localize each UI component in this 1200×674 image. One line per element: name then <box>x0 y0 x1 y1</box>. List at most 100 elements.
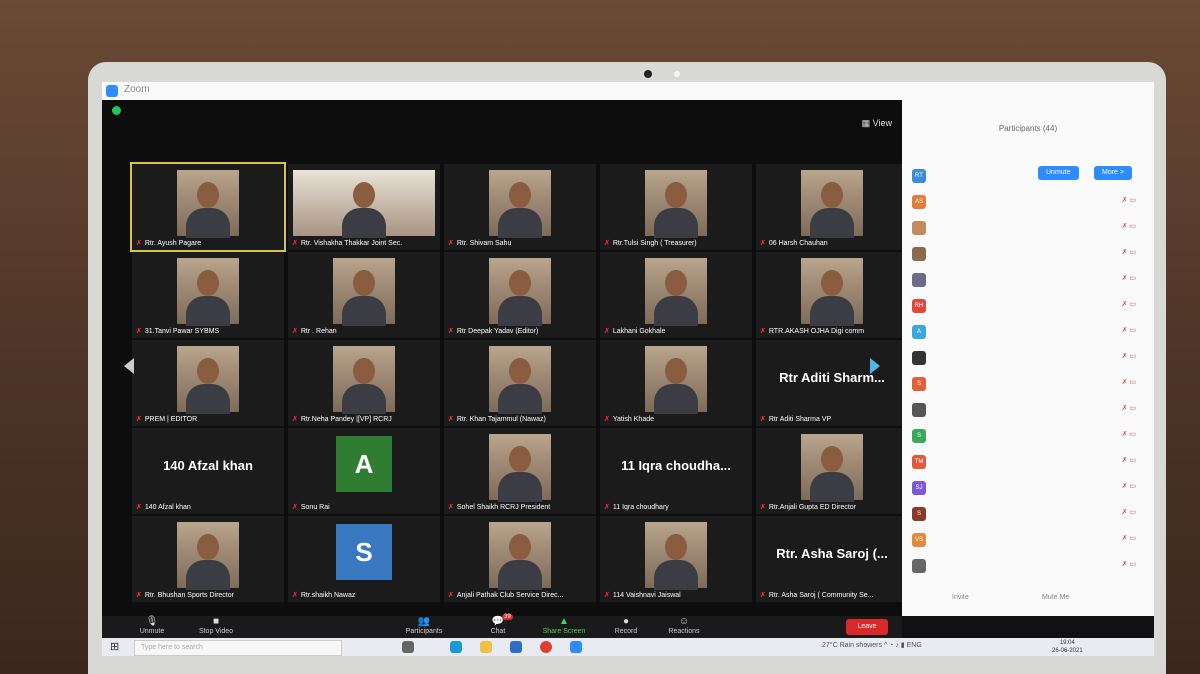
participant-tile[interactable]: 140 Afzal khan ✗ 140 Afzal khan <box>132 428 284 514</box>
person-body <box>498 208 542 238</box>
participant-row[interactable]: ✗ ▭ <box>912 556 1144 576</box>
participant-row[interactable]: SJ ✗ ▭ <box>912 478 1144 498</box>
person-head <box>509 446 531 472</box>
participant-tile[interactable]: S ✗ Rtr.shaikh Nawaz <box>288 516 440 602</box>
participant-row[interactable]: ✗ ▭ <box>912 244 1144 264</box>
view-button[interactable]: ▦ View <box>862 118 892 129</box>
record-icon: ● <box>622 616 630 627</box>
participant-row-avatar: RH <box>912 299 926 313</box>
participant-tile[interactable]: 11 Iqra choudha... ✗ 11 Iqra choudhary <box>600 428 752 514</box>
participant-row[interactable]: ✗ ▭ <box>912 270 1144 290</box>
person-head <box>509 270 531 296</box>
participant-video <box>177 170 239 238</box>
person-body <box>186 384 230 414</box>
participant-row[interactable]: S ✗ ▭ <box>912 374 1144 394</box>
mail-icon[interactable] <box>510 641 522 653</box>
prev-page-arrow-icon[interactable] <box>124 358 134 374</box>
unmute-participant-button[interactable]: Unmute <box>1038 166 1079 180</box>
clock[interactable]: 19:04 26-06-2021 <box>1052 639 1083 655</box>
participant-row[interactable]: ✗ ▭ <box>912 400 1144 420</box>
participant-row[interactable]: RH ✗ ▭ <box>912 296 1144 316</box>
chat-button[interactable]: 💬 39 Chat <box>468 614 528 635</box>
participant-tile[interactable]: Rtr Aditi Sharm... ✗ Rtr Aditi Sharma VP <box>756 340 908 426</box>
participant-tile[interactable]: ✗ Rtr.Neha Pandey |[VP] RCRJ <box>288 340 440 426</box>
participant-row[interactable]: VS ✗ ▭ <box>912 530 1144 550</box>
person-body <box>186 296 230 326</box>
participant-tile[interactable]: Rtr. Asha Saroj (... ✗ Rtr. Asha Saroj ( C… <box>756 516 908 602</box>
edge-icon[interactable] <box>450 641 462 653</box>
participant-tile[interactable]: ✗ 31.Tanvi Pawar SYBMS <box>132 252 284 338</box>
participant-row-avatar <box>912 273 926 287</box>
windows-start-icon[interactable]: ⊞ <box>110 641 122 653</box>
participant-tile[interactable]: ✗ Rtr . Rehan <box>288 252 440 338</box>
person-body <box>654 560 698 590</box>
participant-row-avatar: RT <box>912 169 926 183</box>
task-view-icon[interactable] <box>402 641 414 653</box>
invite-button[interactable]: Invite <box>952 594 969 601</box>
participant-avatar: S <box>336 524 392 580</box>
participant-tile[interactable]: ✗ 06 Harsh Chauhan <box>756 164 908 250</box>
more-options-button[interactable]: More > <box>1094 166 1132 180</box>
participant-name-label: ✗ Rtr.Tulsi Singh ( Treasurer) <box>604 240 697 247</box>
participant-row[interactable]: A ✗ ▭ <box>912 322 1144 342</box>
system-tray[interactable]: 27°C Rain showers ^ ◔ ♪ ▮ ENG <box>822 641 922 649</box>
stop-video-button[interactable]: ■ Stop Video <box>186 616 246 636</box>
windows-taskbar: ⊞ Type here to search 27°C Rain showers … <box>102 638 1154 656</box>
meeting-area: ▦ View ✗ Rtr. Ayush Pagare ✗ Rtr. Vishakha … <box>102 100 908 616</box>
participant-tile[interactable]: ✗ Rtr Deepak Yadav (Editor) <box>444 252 596 338</box>
person-body <box>186 208 230 238</box>
screen: Zoom ▦ View ✗ Rtr. Ayush Pagare ✗ Rtr. Vish… <box>102 82 1154 656</box>
person-body <box>810 208 854 238</box>
mute-me-button[interactable]: Mute Me <box>1042 594 1069 601</box>
participant-tile[interactable]: ✗ Sohel Shaikh RCRJ President <box>444 428 596 514</box>
participant-tile[interactable]: ✗ Anjali Pathak Club Service Direc... <box>444 516 596 602</box>
participant-name-label: ✗ Rtr. Asha Saroj ( Community Se... <box>760 592 874 599</box>
participant-row[interactable]: S ✗ ▭ <box>912 426 1144 446</box>
person-head <box>821 446 843 472</box>
person-head <box>197 270 219 296</box>
muted-status-icon: ✗ ▭ <box>1121 223 1136 230</box>
participant-name-label: ✗ Anjali Pathak Club Service Direc... <box>448 592 564 599</box>
participant-tile[interactable]: ✗ RTR.AKASH OJHA Digi comm <box>756 252 908 338</box>
muted-status-icon: ✗ ▭ <box>1121 483 1136 490</box>
participant-name-label: ✗ 114 Vaishnavi Jaiswal <box>604 592 681 599</box>
participants-button[interactable]: 👥 Participants <box>394 616 454 636</box>
taskbar-search-input[interactable]: Type here to search <box>134 640 342 656</box>
muted-microphone-icon: ✗ <box>448 416 454 423</box>
participant-tile[interactable]: ✗ Rtr. Bhushan Sports Director <box>132 516 284 602</box>
participant-tile[interactable]: A ✗ Sonu Rai <box>288 428 440 514</box>
laptop-bezel: Zoom ▦ View ✗ Rtr. Ayush Pagare ✗ Rtr. Vish… <box>88 62 1166 674</box>
participant-tile[interactable]: ✗ Rtr. Ayush Pagare <box>130 162 286 252</box>
participant-tile[interactable]: ✗ Rtr.Tulsi Singh ( Treasurer) <box>600 164 752 250</box>
zoom-taskbar-icon[interactable] <box>570 641 582 653</box>
muted-status-icon: ✗ ▭ <box>1121 379 1136 386</box>
muted-microphone-icon: ✗ <box>136 504 142 511</box>
participant-row-avatar: SJ <box>912 481 926 495</box>
file-explorer-icon[interactable] <box>480 641 492 653</box>
record-button[interactable]: ● Record <box>596 616 656 636</box>
participant-row[interactable]: S ✗ ▭ <box>912 504 1144 524</box>
person-head <box>821 182 843 208</box>
participant-row[interactable]: AS ✗ ▭ <box>912 192 1144 212</box>
participant-tile[interactable]: ✗ PREM | EDITOR <box>132 340 284 426</box>
participant-tile[interactable]: ✗ Rtr. Khan Tajammul (Nawaz) <box>444 340 596 426</box>
participant-tile[interactable]: ✗ Rtr. Shivam Sahu <box>444 164 596 250</box>
unmute-button[interactable]: 🎙 Unmute <box>122 616 182 636</box>
participant-row[interactable]: RT Unmute More > <box>912 166 1144 186</box>
participant-row[interactable]: ✗ ▭ <box>912 218 1144 238</box>
participant-tile[interactable]: ✗ Rtr.Anjali Gupta ED Director <box>756 428 908 514</box>
encryption-shield-icon[interactable] <box>112 106 121 115</box>
share-screen-button[interactable]: ▲ Share Screen <box>534 616 594 636</box>
participant-name-label: ✗ Rtr.Anjali Gupta ED Director <box>760 504 857 511</box>
next-page-arrow-icon[interactable] <box>870 358 880 374</box>
chrome-icon[interactable] <box>540 641 552 653</box>
participant-tile[interactable]: ✗ Rtr. Vishakha Thakkar Joint Sec. <box>288 164 440 250</box>
muted-microphone-icon: ✗ <box>136 416 142 423</box>
participant-tile[interactable]: ✗ Lakhani Gokhale <box>600 252 752 338</box>
participant-tile[interactable]: ✗ 114 Vaishnavi Jaiswal <box>600 516 752 602</box>
participant-row[interactable]: TM ✗ ▭ <box>912 452 1144 472</box>
participant-tile[interactable]: ✗ Yatish Khade <box>600 340 752 426</box>
leave-button[interactable]: Leave <box>846 619 888 635</box>
reactions-button[interactable]: ☺ Reactions <box>654 616 714 636</box>
participant-row[interactable]: ✗ ▭ <box>912 348 1144 368</box>
